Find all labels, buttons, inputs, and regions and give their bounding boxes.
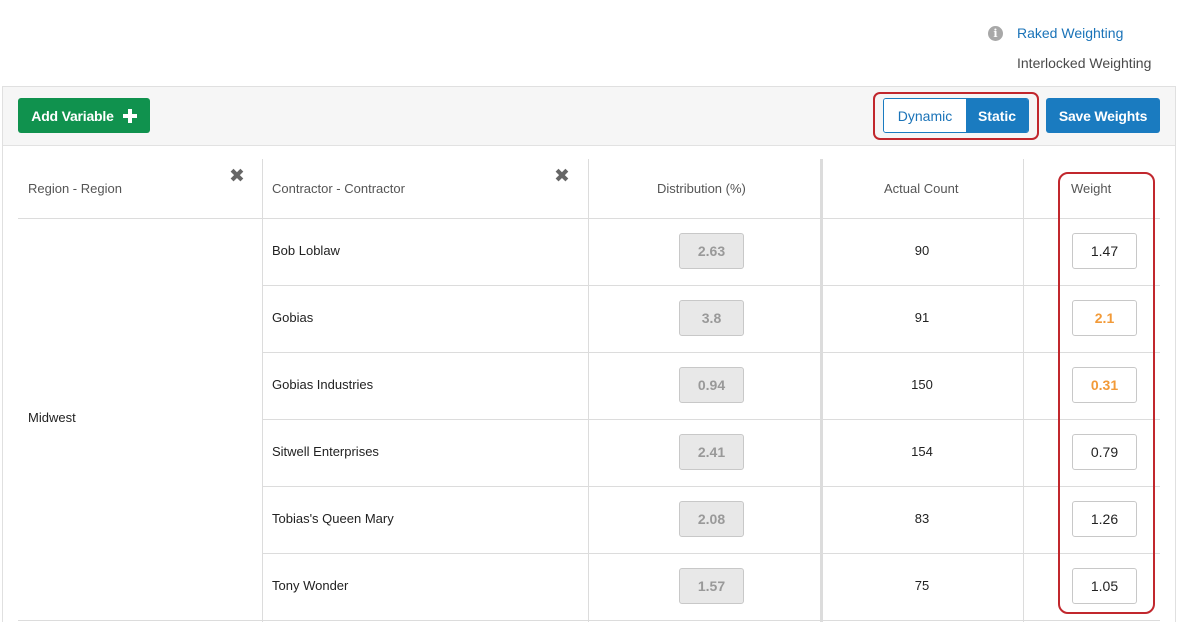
weighting-panel: Add Variable Dynamic Static Save Weights…	[2, 86, 1176, 622]
distribution-field: 2.08	[679, 501, 744, 537]
contractor-name: Tobias's Queen Mary	[272, 511, 394, 526]
actual-count: 91	[914, 310, 930, 325]
actual-count: 150	[911, 377, 933, 392]
row-divider	[262, 486, 1160, 487]
distribution-field: 3.8	[679, 300, 744, 336]
actual-count: 83	[914, 511, 930, 526]
toolbar: Add Variable Dynamic Static Save Weights	[3, 87, 1175, 146]
interlocked-weighting-link[interactable]: Interlocked Weighting	[1017, 55, 1151, 71]
header-contractor: Contractor - Contractor ✖	[262, 159, 588, 218]
add-variable-button[interactable]: Add Variable	[18, 98, 150, 133]
distribution-field: 1.57	[679, 568, 744, 604]
row-divider	[262, 553, 1160, 554]
actual-count: 154	[911, 444, 933, 459]
distribution-field: 2.41	[679, 434, 744, 470]
actual-count: 75	[914, 578, 930, 593]
header-distribution: Distribution (%)	[588, 159, 820, 218]
header-region-label: Region - Region	[28, 181, 122, 196]
row-divider	[262, 620, 1160, 621]
row-divider	[18, 218, 1160, 219]
raked-weighting-link[interactable]: Raked Weighting	[1017, 25, 1123, 41]
region-value: Midwest	[28, 410, 76, 425]
weight-column-highlight	[1058, 172, 1155, 614]
row-divider	[262, 285, 1160, 286]
row-divider	[18, 620, 262, 621]
contractor-name: Bob Loblaw	[272, 243, 340, 258]
weighting-type-links: i Raked Weighting Interlocked Weighting	[988, 24, 1158, 72]
save-weights-button[interactable]: Save Weights	[1046, 98, 1160, 133]
distribution-field: 2.63	[679, 233, 744, 269]
info-icon[interactable]: i	[988, 25, 1003, 41]
header-contractor-label: Contractor - Contractor	[272, 181, 405, 196]
header-actual-count: Actual Count	[821, 159, 1023, 218]
mode-toggle[interactable]: Dynamic Static	[883, 98, 1029, 133]
contractor-name: Gobias	[272, 310, 314, 325]
contractor-name: Gobias Industries	[272, 377, 374, 392]
add-variable-label: Add Variable	[31, 107, 114, 124]
header-distribution-label: Distribution (%)	[657, 181, 746, 196]
plus-icon	[122, 108, 137, 123]
mode-dynamic-button[interactable]: Dynamic	[884, 99, 966, 132]
header-region: Region - Region ✖	[18, 159, 262, 218]
distribution-field: 0.94	[679, 367, 744, 403]
contractor-name: Tony Wonder	[272, 578, 349, 593]
row-divider	[262, 419, 1160, 420]
contractor-name: Sitwell Enterprises	[272, 444, 379, 459]
mode-static-button[interactable]: Static	[966, 99, 1028, 132]
header-actual-count-label: Actual Count	[884, 181, 959, 196]
actual-count: 90	[914, 243, 930, 258]
close-icon[interactable]: ✖	[554, 167, 570, 186]
close-icon[interactable]: ✖	[229, 167, 245, 186]
row-divider	[262, 352, 1160, 353]
